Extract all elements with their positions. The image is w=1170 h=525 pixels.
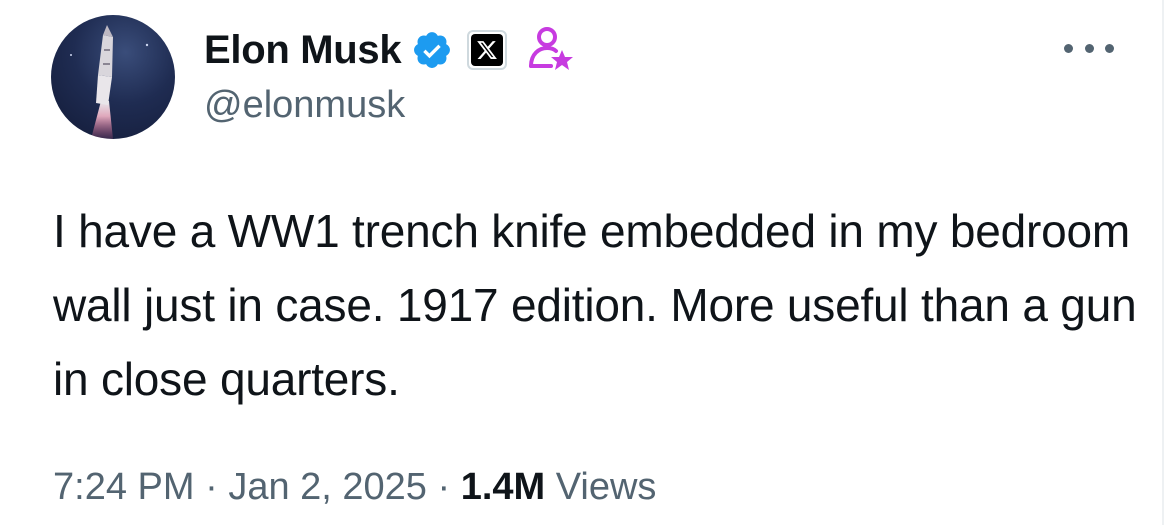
more-options-icon[interactable]: [1064, 38, 1114, 58]
views-count[interactable]: 1.4M: [461, 466, 545, 508]
views-label[interactable]: Views: [556, 466, 657, 508]
dot: [1084, 43, 1094, 53]
meta-separator: ·: [205, 466, 218, 508]
avatar[interactable]: [51, 15, 175, 139]
dot: [1105, 43, 1114, 53]
tweet-date[interactable]: Jan 2, 2025: [228, 466, 427, 508]
verified-badge-icon[interactable]: [411, 29, 453, 71]
author-name[interactable]: Elon Musk: [204, 28, 402, 73]
person-star-icon[interactable]: [527, 26, 575, 74]
dot: [1064, 43, 1073, 53]
x-logo-icon[interactable]: [467, 30, 508, 70]
scrollbar-edge: [1162, 0, 1164, 525]
tweet: Elon Musk @elonmusk I have a WW1 trench …: [0, 0, 1170, 525]
author-handle[interactable]: @elonmusk: [204, 84, 405, 127]
tweet-metadata: 7:24 PM · Jan 2, 2025 · 1.4M Views: [53, 466, 656, 509]
author-header: Elon Musk: [204, 22, 575, 78]
rocket-launch-icon: [70, 25, 149, 139]
tweet-time[interactable]: 7:24 PM: [53, 466, 195, 508]
meta-separator: ·: [437, 466, 451, 508]
tweet-text: I have a WW1 trench knife embedded in my…: [53, 205, 1137, 405]
